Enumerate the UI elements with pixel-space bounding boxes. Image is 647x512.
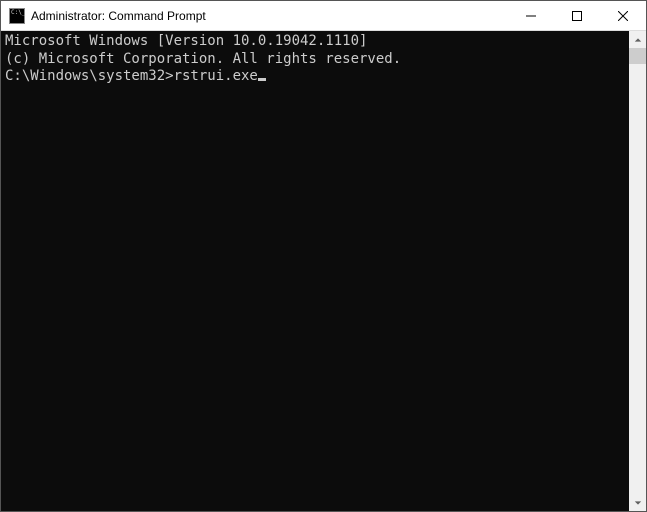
vertical-scrollbar[interactable] [629, 31, 646, 511]
maximize-button[interactable] [554, 1, 600, 30]
console-line: (c) Microsoft Corporation. All rights re… [5, 51, 625, 69]
scroll-thumb[interactable] [629, 48, 646, 64]
console-client-area: Microsoft Windows [Version 10.0.19042.11… [1, 31, 646, 511]
scroll-up-button[interactable] [629, 31, 646, 48]
window-title: Administrator: Command Prompt [31, 9, 206, 23]
close-icon [618, 11, 628, 21]
maximize-icon [572, 11, 582, 21]
scroll-track[interactable] [629, 48, 646, 494]
text-cursor [258, 78, 266, 81]
titlebar[interactable]: Administrator: Command Prompt [1, 1, 646, 31]
console-line: Microsoft Windows [Version 10.0.19042.11… [5, 33, 625, 51]
prompt-text: C:\Windows\system32> [5, 68, 174, 84]
command-prompt-window: Administrator: Command Prompt Microsoft … [0, 0, 647, 512]
cmd-icon [9, 8, 25, 24]
minimize-button[interactable] [508, 1, 554, 30]
typed-command: rstrui.exe [174, 68, 258, 84]
chevron-up-icon [634, 36, 642, 44]
window-controls [508, 1, 646, 30]
close-button[interactable] [600, 1, 646, 30]
minimize-icon [526, 11, 536, 21]
scroll-down-button[interactable] [629, 494, 646, 511]
chevron-down-icon [634, 499, 642, 507]
console-output[interactable]: Microsoft Windows [Version 10.0.19042.11… [1, 31, 629, 511]
